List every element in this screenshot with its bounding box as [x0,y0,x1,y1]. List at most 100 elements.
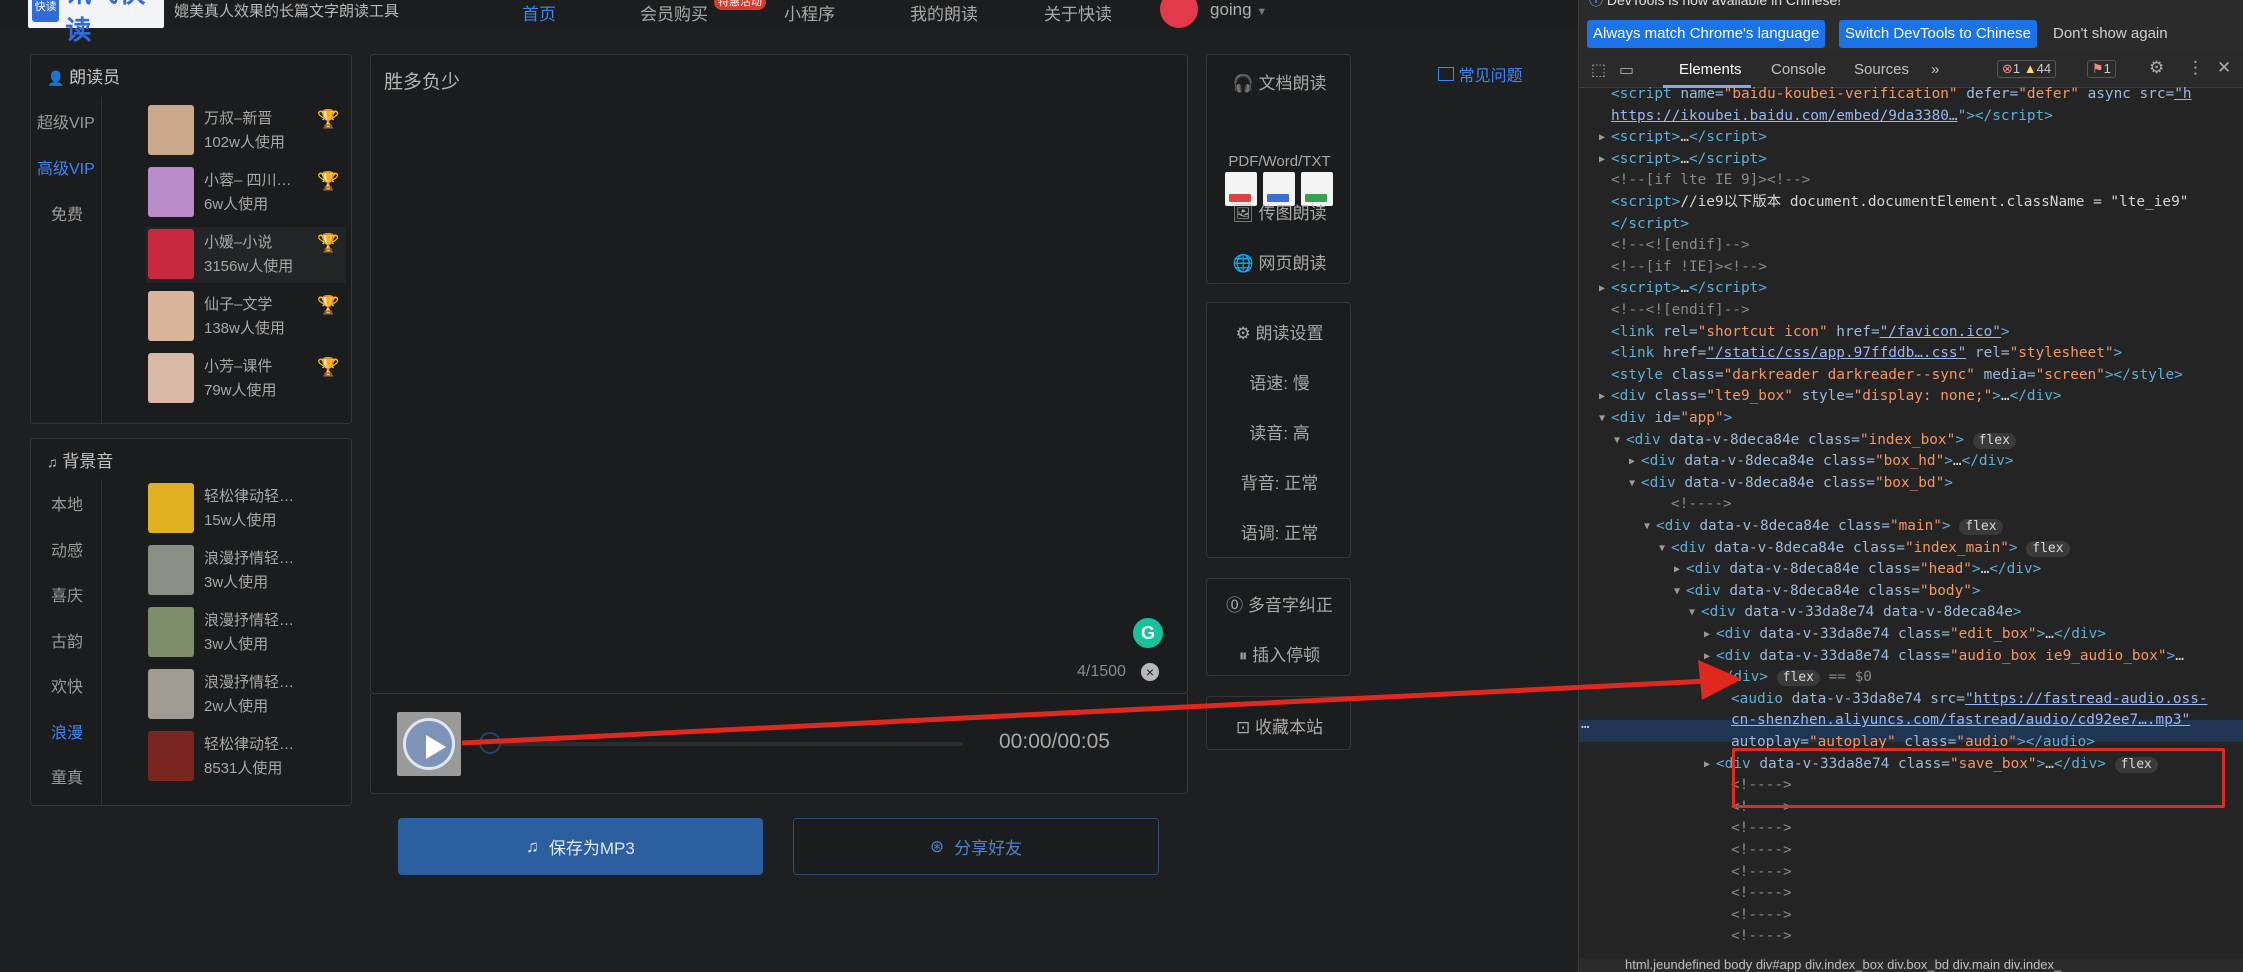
clear-text-icon[interactable]: × [1141,663,1159,681]
more-tabs-icon[interactable]: » [1931,61,1939,78]
nav-miniprogram[interactable]: 小程序 [784,0,835,25]
dom-tree-line[interactable]: ▶ <div class="lte9_box" style="display: n… [1599,386,2062,407]
node-options-icon[interactable]: … [1581,716,1589,732]
play-button[interactable] [397,712,461,776]
voice-item[interactable]: 小蓉– 四川… 6w人使用 🏆 [146,165,346,221]
expand-toggle-icon[interactable]: ▼ [1659,538,1665,559]
grammarly-icon[interactable]: G [1133,618,1163,648]
dom-tree-line[interactable]: ▼ <div data-v-8deca84e class="index_box">… [1614,430,2016,451]
dom-tree-line[interactable]: <!----> [1671,494,1732,515]
setting-pitch[interactable]: 读音: 高 [1207,419,1352,444]
dom-tree-line[interactable]: </div> flex == $0 [1716,667,1872,688]
expand-toggle-icon[interactable]: ▶ [1704,754,1710,775]
bgm-tab[interactable]: 喜庆 [51,582,83,606]
share-button[interactable]: ⊛ 分享好友 [793,818,1159,875]
dom-tree-line[interactable]: <!----> [1731,926,1792,947]
progress-track[interactable] [479,742,963,746]
voice-item[interactable]: 万叔–新晋 102w人使用 🏆 [146,103,346,159]
progress-knob[interactable] [479,732,501,754]
dom-tree-line[interactable]: ▶ <div data-v-8deca84e class="box_hd">…</… [1629,451,2014,472]
dom-tree-line[interactable]: <!----> [1731,905,1792,926]
dom-tree-line[interactable]: ▼ <div data-v-8deca84e class="body"> [1674,581,1981,602]
bgm-item[interactable]: 浪漫抒情轻… 3w人使用 [146,543,346,599]
issues-badge[interactable]: ⚑1 [2087,60,2116,78]
more-options-icon[interactable]: ⋮ [2187,58,2204,78]
expand-toggle-icon[interactable]: ▶ [1629,451,1635,472]
expand-toggle-icon[interactable]: ▼ [1674,581,1680,602]
voice-tab-free[interactable]: 免费 [51,201,83,225]
voice-item[interactable]: 小芳–课件 79w人使用 🏆 [146,351,346,407]
dom-tree-line[interactable]: <link rel="shortcut icon" href="/favicon… [1611,322,2010,343]
site-logo[interactable]: 快读 讯飞快读 [28,0,164,45]
expand-toggle-icon[interactable]: ▶ [1599,149,1605,170]
device-toolbar-icon[interactable]: ▭ [1619,60,1634,80]
nav-vip[interactable]: 会员购买 [640,0,708,25]
expand-toggle-icon[interactable]: ▶ [1599,127,1605,148]
match-language-button[interactable]: Always match Chrome's language [1587,20,1826,48]
text-editor[interactable]: 胜多负少 G 4/1500 × [370,54,1188,694]
dom-tree-line[interactable]: <!----> [1731,883,1792,904]
nav-my-reading[interactable]: 我的朗读 [910,0,978,25]
dom-tree-line[interactable]: ▼ <div id="app"> [1599,408,1732,429]
dom-tree-line[interactable]: cn-shenzhen.aliyuncs.com/fastread/audio/… [1731,710,2190,731]
tab-elements[interactable]: Elements [1679,61,1742,78]
inspect-element-icon[interactable]: ⬚ [1591,60,1606,80]
dom-tree-line[interactable]: <!----> [1731,862,1792,883]
faq-link[interactable]: 常见问题 [1438,62,1522,86]
dont-show-again-button[interactable]: Don't show again [2047,20,2174,48]
bgm-tab[interactable]: 本地 [51,491,83,515]
expand-toggle-icon[interactable]: ▼ [1599,408,1605,429]
voice-tab-super-vip[interactable]: 超级VIP [37,109,95,133]
bgm-tab[interactable]: 古韵 [51,628,83,652]
expand-toggle-icon[interactable]: ▶ [1674,559,1680,580]
expand-toggle-icon[interactable]: ▶ [1599,278,1605,299]
dom-tree-line[interactable]: <!----> [1731,840,1792,861]
expand-toggle-icon[interactable]: ▼ [1614,430,1620,451]
dom-tree-line[interactable]: <!--<![endif]--> [1611,300,1750,321]
dom-tree-line[interactable]: <style class="darkreader darkreader--syn… [1611,365,2183,386]
expand-toggle-icon[interactable]: ▼ [1689,602,1695,623]
dom-tree-line[interactable]: ▶ <div data-v-33da8e74 class="audio_box i… [1704,646,2184,667]
dom-tree-line[interactable]: <!----> [1731,818,1792,839]
dom-tree-line[interactable]: ▶ <script>…</script> [1599,149,1767,170]
doc-read-title[interactable]: 🎧 文档朗读 [1207,69,1352,94]
dom-tree-line[interactable]: https://ikoubei.baidu.com/embed/9da3380…… [1611,106,2053,127]
dom-tree-line[interactable]: <script name="baidu-koubei-verification"… [1611,84,2192,105]
username[interactable]: going ▼ [1210,0,1267,20]
tab-sources[interactable]: Sources [1854,61,1909,78]
dom-breadcrumb[interactable]: html.jeundefined body div#app div.index_… [1579,958,2243,972]
dom-tree-line[interactable]: ▶ <script>…</script> [1599,278,1767,299]
expand-toggle-icon[interactable]: ▶ [1704,646,1710,667]
bgm-item[interactable]: 浪漫抒情轻… 3w人使用 [146,605,346,661]
bgm-tab[interactable]: 欢快 [51,673,83,697]
web-read-button[interactable]: 🌐 网页朗读 [1207,249,1352,274]
setting-tone[interactable]: 语调: 正常 [1207,519,1352,544]
bgm-tab[interactable]: 童真 [51,764,83,788]
bgm-tab[interactable]: 浪漫 [51,719,83,743]
dom-tree-line[interactable]: </script> [1611,214,1689,235]
bgm-item[interactable]: 轻松律动轻… 8531人使用 [146,729,346,785]
bgm-item[interactable]: 轻松律动轻… 15w人使用 [146,481,346,537]
dom-tree-line[interactable]: <!--<![endif]--> [1611,235,1750,256]
issue-counters[interactable]: ⊗1 ▲44 [1997,60,2057,78]
save-mp3-button[interactable]: ♫ 保存为MP3 [398,818,763,875]
tab-console[interactable]: Console [1771,61,1826,78]
dom-tree-line[interactable]: ▼ <div data-v-8deca84e class="box_bd"> [1629,473,1953,494]
dom-tree-line[interactable]: ▶ <div data-v-8deca84e class="head">…</di… [1674,559,2041,580]
dom-tree-line[interactable]: ▼ <div data-v-33da8e74 data-v-8deca84e> [1689,602,2022,623]
dom-tree-line[interactable]: <script>//ie9以下版本 document.documentEleme… [1611,192,2188,213]
user-avatar[interactable] [1160,0,1198,28]
expand-toggle-icon[interactable]: ▶ [1704,624,1710,645]
dom-tree-line[interactable]: ▼ <div data-v-8deca84e class="index_main"… [1659,538,2070,559]
insert-pause-button[interactable]: ⏸ 插入停顿 [1207,641,1352,666]
voice-item[interactable]: 小媛–小说 3156w人使用 🏆 [146,227,346,283]
dom-tree-line[interactable]: <!--[if lte IE 9]><!--> [1611,170,1810,191]
setting-bgm-volume[interactable]: 背音: 正常 [1207,469,1352,494]
image-read-button[interactable]: 🖼 传图朗读 [1207,199,1352,224]
dom-tree-line[interactable]: ▶ <div data-v-33da8e74 class="edit_box">…… [1704,624,2106,645]
expand-toggle-icon[interactable]: ▶ [1599,386,1605,407]
expand-toggle-icon[interactable]: ▼ [1644,516,1650,537]
dom-tree-line[interactable]: <!--[if !IE]><!--> [1611,257,1767,278]
dom-tree-line[interactable]: <link href="/static/css/app.97ffddb….css… [1611,343,2122,364]
dom-tree-line[interactable]: ▶ <script>…</script> [1599,127,1767,148]
